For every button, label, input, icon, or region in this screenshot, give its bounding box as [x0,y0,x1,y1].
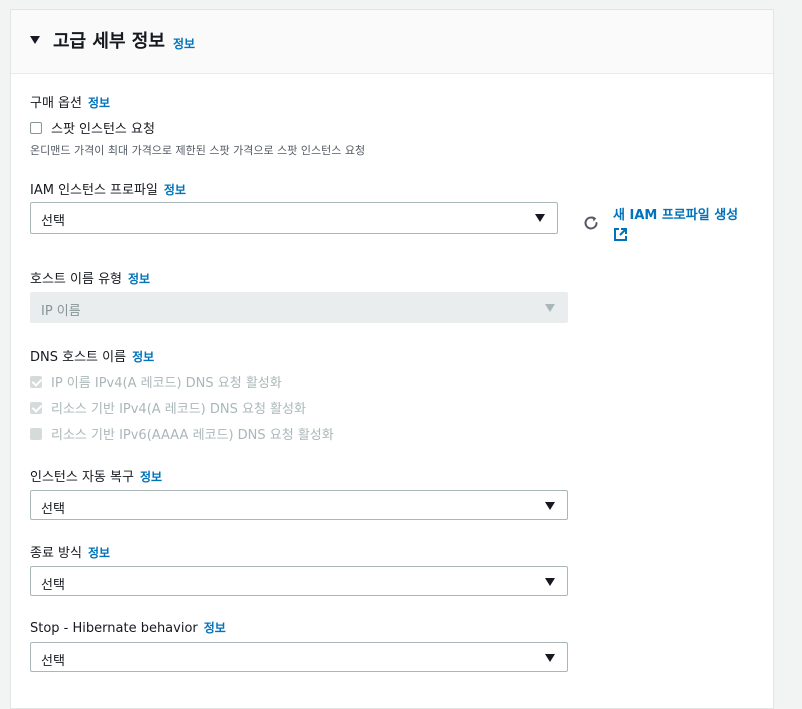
iam-profile-label-text: IAM 인스턴스 프로파일 [30,183,158,198]
iam-profile-label: IAM 인스턴스 프로파일 정보 [30,179,186,198]
info-link[interactable]: 정보 [88,546,110,560]
dns-hostname-label: DNS 호스트 이름 정보 [30,346,154,365]
dns-option-ip-name: IP 이름 IPv4(A 레코드) DNS 요청 활성화 [30,372,282,391]
panel-header[interactable]: 고급 세부 정보 정보 [11,10,773,74]
shutdown-behavior-label-text: 종료 방식 [30,546,82,561]
spot-request-description: 온디맨드 가격이 최대 가격으로 제한된 스팟 가격으로 스팟 인스턴스 요청 [30,144,366,157]
iam-profile-select[interactable]: 선택 [30,202,558,234]
hostname-type-select: IP 이름 [30,292,568,323]
auto-recovery-label-text: 인스턴스 자동 복구 [30,470,134,485]
dns-option-label: IP 이름 IPv4(A 레코드) DNS 요청 활성화 [51,376,282,391]
info-link[interactable]: 정보 [140,470,162,484]
stop-hibernate-select[interactable]: 선택 [30,642,568,672]
shutdown-behavior-label: 종료 방식 정보 [30,542,110,561]
info-link[interactable]: 정보 [128,272,150,286]
dropdown-arrow-icon [545,578,555,586]
info-link[interactable]: 정보 [204,621,226,635]
stop-hibernate-value: 선택 [41,654,65,669]
dns-option-checkbox [30,427,42,440]
dns-option-label: 리소스 기반 IPv6(AAAA 레코드) DNS 요청 활성화 [51,428,334,443]
spot-request-label: 스팟 인스턴스 요청 [51,122,155,137]
info-link[interactable]: 정보 [164,183,186,197]
stop-hibernate-label: Stop - Hibernate behavior 정보 [30,619,226,636]
hostname-type-value: IP 이름 [41,304,81,319]
info-link[interactable]: 정보 [132,350,154,364]
dns-option-resource-ipv4: 리소스 기반 IPv4(A 레코드) DNS 요청 활성화 [30,398,306,417]
external-link-icon[interactable] [613,227,628,242]
dropdown-arrow-icon [545,304,555,312]
spot-request-checkbox[interactable] [30,121,42,134]
dropdown-arrow-icon [545,502,555,510]
dns-option-label: 리소스 기반 IPv4(A 레코드) DNS 요청 활성화 [51,402,306,417]
hostname-type-label-text: 호스트 이름 유형 [30,272,122,287]
info-link[interactable]: 정보 [88,96,110,110]
purchase-option-label: 구매 옵션 정보 [30,92,110,111]
dns-hostname-label-text: DNS 호스트 이름 [30,350,127,365]
auto-recovery-label: 인스턴스 자동 복구 정보 [30,466,162,485]
spot-request-checkbox-row[interactable]: 스팟 인스턴스 요청 [30,118,155,137]
info-link[interactable]: 정보 [173,35,195,52]
panel-title: 고급 세부 정보 [53,31,165,52]
auto-recovery-select[interactable]: 선택 [30,490,568,520]
shutdown-behavior-value: 선택 [41,578,65,593]
refresh-icon[interactable] [582,214,600,232]
iam-profile-value: 선택 [41,214,65,229]
hostname-type-label: 호스트 이름 유형 정보 [30,268,150,287]
caret-down-icon[interactable] [30,36,40,44]
purchase-option-label-text: 구매 옵션 [30,96,82,111]
stop-hibernate-label-text: Stop - Hibernate behavior [30,621,198,636]
dns-option-resource-ipv6: 리소스 기반 IPv6(AAAA 레코드) DNS 요청 활성화 [30,424,334,443]
shutdown-behavior-select[interactable]: 선택 [30,566,568,596]
auto-recovery-value: 선택 [41,502,65,517]
dns-option-checkbox [30,375,42,388]
dropdown-arrow-icon [535,214,545,222]
dns-option-checkbox [30,401,42,414]
dropdown-arrow-icon [545,654,555,662]
create-iam-profile-link[interactable]: 새 IAM 프로파일 생성 [613,204,738,223]
